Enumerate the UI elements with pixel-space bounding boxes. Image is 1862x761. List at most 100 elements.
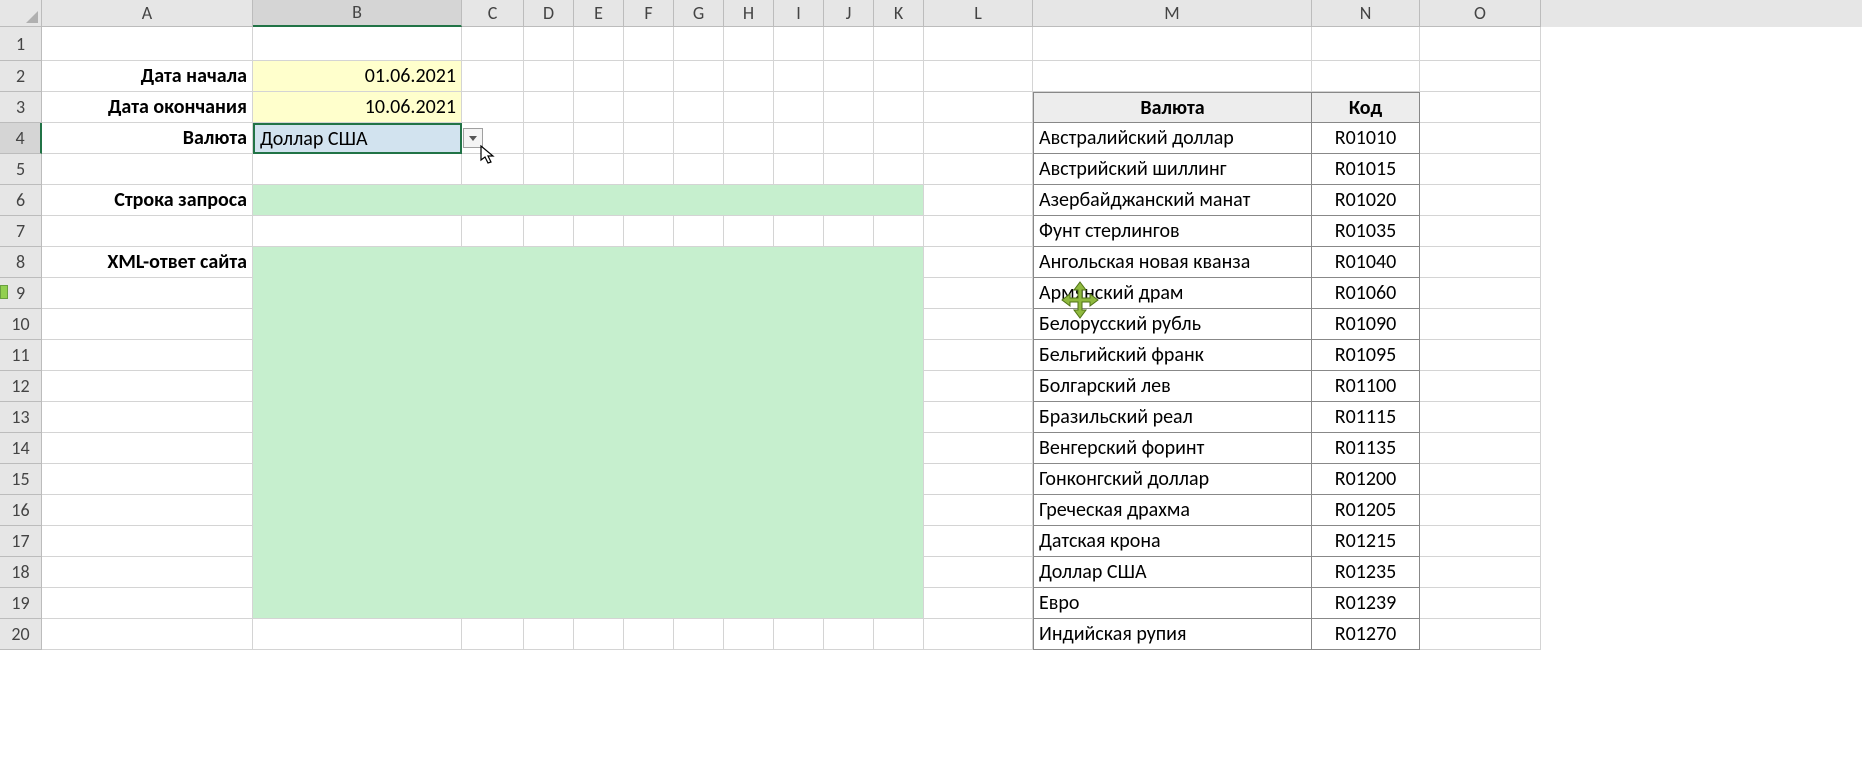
cell-E18[interactable] — [574, 557, 624, 588]
cell-G20[interactable] — [674, 619, 724, 650]
row-head-4[interactable]: 4 — [0, 123, 42, 154]
cell-N4[interactable]: R01010 — [1312, 123, 1420, 154]
cell-C16[interactable] — [462, 495, 524, 526]
cell-A6[interactable]: Строка запроса — [42, 185, 253, 216]
dropdown-button[interactable] — [463, 128, 483, 148]
cell-I9[interactable] — [774, 278, 824, 309]
cell-F12[interactable] — [624, 371, 674, 402]
cell-K10[interactable] — [874, 309, 924, 340]
cell-L19[interactable] — [924, 588, 1033, 619]
cell-J19[interactable] — [824, 588, 874, 619]
cell-O15[interactable] — [1420, 464, 1541, 495]
cell-O11[interactable] — [1420, 340, 1541, 371]
col-head-L[interactable]: L — [924, 0, 1033, 27]
cell-G14[interactable] — [674, 433, 724, 464]
cell-E19[interactable] — [574, 588, 624, 619]
cell-C5[interactable] — [462, 154, 524, 185]
cell-F14[interactable] — [624, 433, 674, 464]
cell-K9[interactable] — [874, 278, 924, 309]
cell-K5[interactable] — [874, 154, 924, 185]
cell-O3[interactable] — [1420, 92, 1541, 123]
row-head-5[interactable]: 5 — [0, 154, 42, 185]
cell-E15[interactable] — [574, 464, 624, 495]
cell-C7[interactable] — [462, 216, 524, 247]
cell-D17[interactable] — [524, 526, 574, 557]
row-head-20[interactable]: 20 — [0, 619, 42, 650]
cell-E11[interactable] — [574, 340, 624, 371]
cell-O1[interactable] — [1420, 27, 1541, 61]
cell-J12[interactable] — [824, 371, 874, 402]
cell-I4[interactable] — [774, 123, 824, 154]
cell-A12[interactable] — [42, 371, 253, 402]
cell-F7[interactable] — [624, 216, 674, 247]
cell-E6[interactable] — [574, 185, 624, 216]
cell-E3[interactable] — [574, 92, 624, 123]
cell-K3[interactable] — [874, 92, 924, 123]
cell-J10[interactable] — [824, 309, 874, 340]
cell-N9[interactable]: R01060 — [1312, 278, 1420, 309]
cell-D14[interactable] — [524, 433, 574, 464]
cell-M16[interactable]: Греческая драхма — [1033, 495, 1312, 526]
cell-C20[interactable] — [462, 619, 524, 650]
cell-M7[interactable]: Фунт стерлингов — [1033, 216, 1312, 247]
cell-K17[interactable] — [874, 526, 924, 557]
cell-H16[interactable] — [724, 495, 774, 526]
cell-J3[interactable] — [824, 92, 874, 123]
cell-O12[interactable] — [1420, 371, 1541, 402]
cell-K11[interactable] — [874, 340, 924, 371]
cell-I14[interactable] — [774, 433, 824, 464]
cell-F17[interactable] — [624, 526, 674, 557]
cell-A11[interactable] — [42, 340, 253, 371]
cell-G16[interactable] — [674, 495, 724, 526]
col-head-A[interactable]: A — [42, 0, 253, 27]
cell-K1[interactable] — [874, 27, 924, 61]
cell-O17[interactable] — [1420, 526, 1541, 557]
col-head-N[interactable]: N — [1312, 0, 1420, 27]
cell-N7[interactable]: R01035 — [1312, 216, 1420, 247]
cell-A20[interactable] — [42, 619, 253, 650]
cell-A13[interactable] — [42, 402, 253, 433]
cell-I17[interactable] — [774, 526, 824, 557]
cell-N18[interactable]: R01235 — [1312, 557, 1420, 588]
cell-B6[interactable] — [253, 185, 462, 216]
cell-A18[interactable] — [42, 557, 253, 588]
cell-C11[interactable] — [462, 340, 524, 371]
cell-I5[interactable] — [774, 154, 824, 185]
cell-B8[interactable] — [253, 247, 462, 278]
row-head-6[interactable]: 6 — [0, 185, 42, 216]
cell-O4[interactable] — [1420, 123, 1541, 154]
cell-K20[interactable] — [874, 619, 924, 650]
cell-M11[interactable]: Бельгийский франк — [1033, 340, 1312, 371]
cell-B13[interactable] — [253, 402, 462, 433]
cell-O20[interactable] — [1420, 619, 1541, 650]
cell-H11[interactable] — [724, 340, 774, 371]
cell-G7[interactable] — [674, 216, 724, 247]
cell-D15[interactable] — [524, 464, 574, 495]
cell-O14[interactable] — [1420, 433, 1541, 464]
cell-H18[interactable] — [724, 557, 774, 588]
cell-D16[interactable] — [524, 495, 574, 526]
cell-D5[interactable] — [524, 154, 574, 185]
cell-J5[interactable] — [824, 154, 874, 185]
cell-H6[interactable] — [724, 185, 774, 216]
cell-D9[interactable] — [524, 278, 574, 309]
cell-C12[interactable] — [462, 371, 524, 402]
cell-D13[interactable] — [524, 402, 574, 433]
cell-I8[interactable] — [774, 247, 824, 278]
col-head-G[interactable]: G — [674, 0, 724, 27]
cell-J14[interactable] — [824, 433, 874, 464]
cell-K18[interactable] — [874, 557, 924, 588]
cell-F10[interactable] — [624, 309, 674, 340]
cell-K13[interactable] — [874, 402, 924, 433]
cell-K4[interactable] — [874, 123, 924, 154]
cell-M1[interactable] — [1033, 27, 1312, 61]
cell-A7[interactable] — [42, 216, 253, 247]
cell-H1[interactable] — [724, 27, 774, 61]
cell-G17[interactable] — [674, 526, 724, 557]
cell-F11[interactable] — [624, 340, 674, 371]
cell-N16[interactable]: R01205 — [1312, 495, 1420, 526]
cell-I16[interactable] — [774, 495, 824, 526]
cell-G9[interactable] — [674, 278, 724, 309]
cell-M18[interactable]: Доллар США — [1033, 557, 1312, 588]
cell-F3[interactable] — [624, 92, 674, 123]
